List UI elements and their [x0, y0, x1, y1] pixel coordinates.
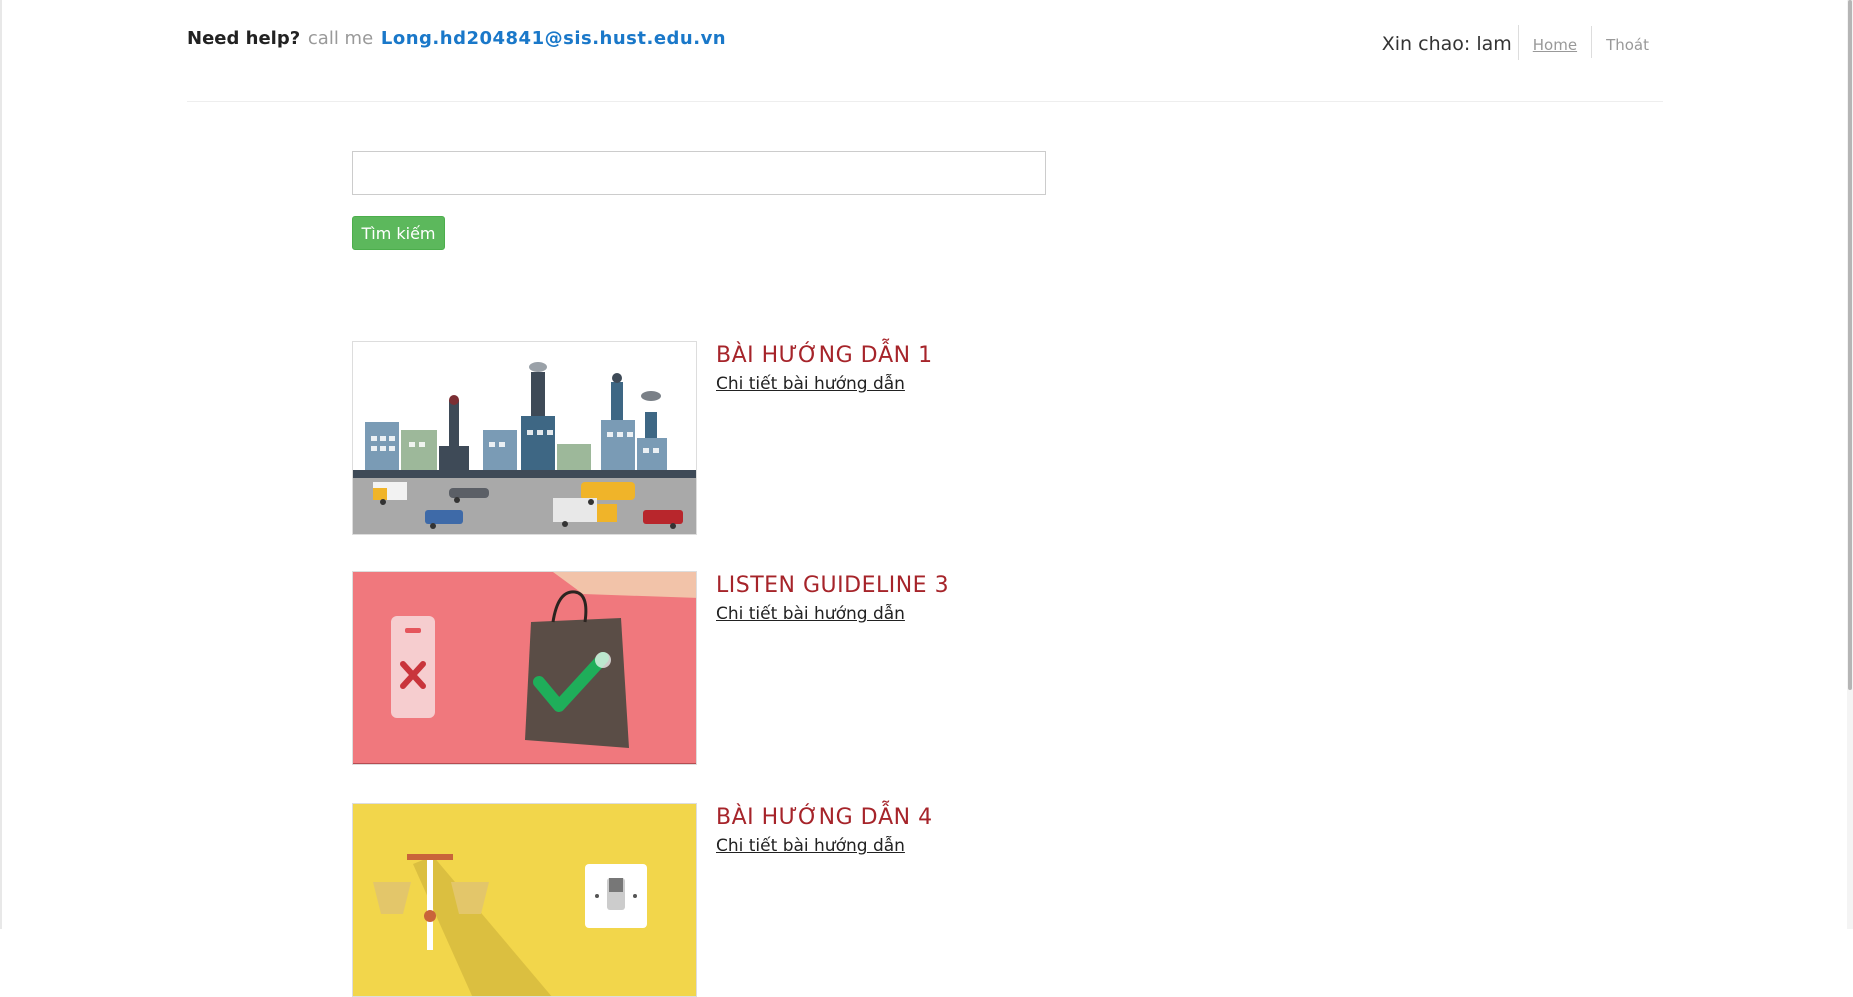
guide-title: BÀI HƯỚNG DẪN 4 — [716, 805, 933, 830]
scrollbar-thumb[interactable] — [1848, 0, 1852, 690]
call-label: call me — [307, 28, 374, 49]
scrollbar[interactable] — [1847, 0, 1853, 929]
home-link[interactable]: Home — [1519, 26, 1593, 58]
logout-link[interactable]: Thoát — [1592, 26, 1663, 58]
help-label: Need help? — [187, 28, 301, 49]
help-contact: Need help? call me Long.hd204841@sis.hus… — [187, 26, 726, 52]
city-pollution-image[interactable] — [352, 341, 697, 535]
guide-title: BÀI HƯỚNG DẪN 1 — [716, 343, 933, 368]
contact-email: Long.hd204841@sis.hust.edu.vn — [380, 28, 727, 49]
search-input[interactable] — [352, 151, 1046, 195]
window-edge — [0, 0, 2, 929]
light-switch-image[interactable] — [352, 803, 697, 997]
guide-detail-link[interactable]: Chi tiết bài hướng dẫn — [716, 835, 905, 857]
top-bar: Need help? call me Long.hd204841@sis.hus… — [187, 24, 1663, 66]
user-greeting: Xin chao: lam — [1382, 24, 1519, 60]
shopping-bag-image[interactable] — [352, 571, 697, 765]
guide-detail-link[interactable]: Chi tiết bài hướng dẫn — [716, 373, 905, 395]
header-divider — [187, 101, 1663, 102]
guide-title: LISTEN GUIDELINE 3 — [716, 573, 950, 598]
user-nav: Xin chao: lam Home Thoát — [1382, 24, 1663, 60]
guide-detail-link[interactable]: Chi tiết bài hướng dẫn — [716, 603, 905, 625]
search-button[interactable]: Tìm kiếm — [352, 216, 445, 250]
